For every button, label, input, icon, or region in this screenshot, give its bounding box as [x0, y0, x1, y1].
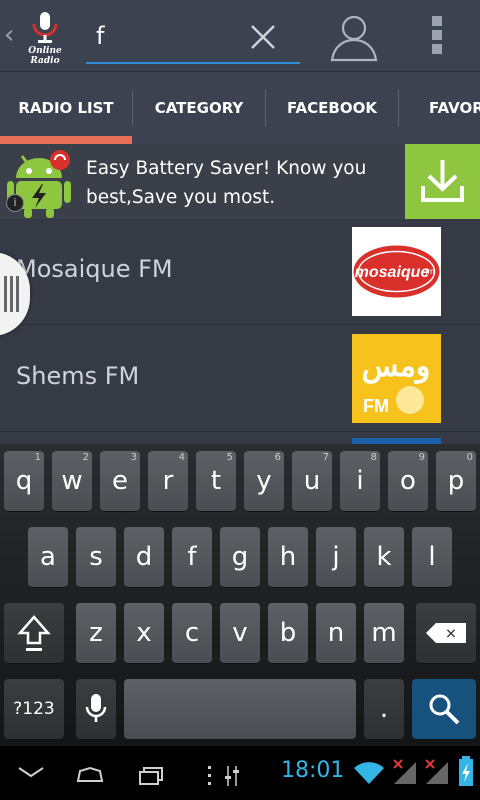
logo-text: Online Radio [28, 46, 62, 66]
ad-info-icon[interactable]: i [6, 194, 24, 212]
ad-text: Easy Battery Saver! Know you best,Save y… [86, 158, 367, 208]
wifi-icon [354, 762, 384, 784]
key-p[interactable]: p0 [436, 451, 476, 511]
key-q[interactable]: q1 [4, 451, 44, 511]
key-z[interactable]: z [76, 603, 116, 663]
key-l[interactable]: l [412, 527, 452, 587]
key-s[interactable]: s [76, 527, 116, 587]
key-y[interactable]: y6 [244, 451, 284, 511]
system-navigation-bar: 18:01 [0, 746, 480, 800]
space-bar[interactable] [124, 679, 356, 739]
key-d[interactable]: d [124, 527, 164, 587]
key-t[interactable]: t5 [196, 451, 236, 511]
delete-key[interactable]: ✕ [416, 603, 476, 663]
battery-charging-icon [459, 756, 473, 786]
backspace-icon: ✕ [426, 623, 466, 643]
key-a[interactable]: a [28, 527, 68, 587]
key-x[interactable]: x [124, 603, 164, 663]
search-icon [429, 694, 460, 725]
microphone-icon [85, 694, 107, 722]
station-logo-text: ومس [362, 350, 431, 384]
station-name: Mosaique FM [16, 255, 173, 283]
list-item[interactable]: Shems FM ومس FM [0, 326, 480, 432]
signal-no-service-icon [393, 759, 416, 784]
soft-keyboard: q1 w2 e3 r4 t5 y6 u7 i8 o9 p0 a s d f g … [0, 444, 480, 746]
search-key[interactable] [412, 679, 476, 739]
list-item[interactable] [0, 433, 480, 444]
key-k[interactable]: k [364, 527, 404, 587]
recent-apps-icon[interactable] [136, 766, 166, 786]
key-o[interactable]: o9 [388, 451, 428, 511]
overflow-menu-icon[interactable] [430, 16, 444, 56]
key-g[interactable]: g [220, 527, 260, 587]
period-key[interactable]: . [364, 679, 404, 739]
key-w[interactable]: w2 [52, 451, 92, 511]
key-m[interactable]: m [364, 603, 404, 663]
status-clock: 18:01 [281, 758, 345, 783]
station-list: Mosaique FM mosaique fm Shems FM ومس FM [0, 219, 480, 444]
tab-radio-list[interactable]: RADIO LIST [0, 72, 132, 144]
station-logo: mosaique fm [352, 227, 441, 316]
active-tab-indicator [0, 136, 132, 144]
tab-category[interactable]: CATEGORY [133, 72, 265, 144]
station-logo-subtext: FM [363, 396, 389, 416]
key-h[interactable]: h [268, 527, 308, 587]
tab-bar: RADIO LIST CATEGORY FACEBOOK FAVORI [0, 72, 480, 144]
key-j[interactable]: j [316, 527, 356, 587]
key-v[interactable]: v [220, 603, 260, 663]
clear-search-icon[interactable] [248, 22, 278, 52]
svg-text:✕: ✕ [445, 627, 457, 643]
list-item[interactable]: Mosaique FM mosaique fm [0, 219, 480, 325]
station-name: Shems FM [16, 362, 140, 390]
search-field[interactable] [86, 16, 300, 64]
shift-arrow-icon [17, 615, 51, 651]
ad-download-button[interactable] [405, 144, 480, 219]
station-logo-text: mosaique [355, 264, 430, 281]
back-icon[interactable] [16, 764, 46, 780]
key-e[interactable]: e3 [100, 451, 140, 511]
back-chevron-icon[interactable]: ‹ [4, 20, 14, 50]
symbols-key[interactable]: ?123 [4, 679, 64, 739]
key-n[interactable]: n [316, 603, 356, 663]
menu-settings-icon[interactable] [206, 764, 242, 788]
station-logo: ومس FM [352, 334, 441, 423]
key-u[interactable]: u7 [292, 451, 332, 511]
action-bar: ‹ Online Radio [0, 0, 480, 72]
microphone-icon [32, 12, 58, 43]
tab-divider [398, 90, 399, 126]
user-profile-icon[interactable] [328, 12, 380, 62]
station-logo-subtext: fm [426, 267, 435, 276]
key-f[interactable]: f [172, 527, 212, 587]
app-logo[interactable]: Online Radio [20, 10, 70, 66]
key-b[interactable]: b [268, 603, 308, 663]
search-input[interactable] [86, 16, 246, 56]
tab-facebook[interactable]: FACEBOOK [266, 72, 398, 144]
voice-input-key[interactable] [76, 679, 116, 739]
tab-favorites[interactable]: FAVORI [429, 72, 480, 144]
shift-key[interactable] [4, 603, 64, 663]
signal-no-service-icon [425, 759, 448, 784]
download-icon [421, 160, 464, 202]
key-c[interactable]: c [172, 603, 212, 663]
key-i[interactable]: i8 [340, 451, 380, 511]
home-icon[interactable] [74, 766, 106, 784]
key-r[interactable]: r4 [148, 451, 188, 511]
